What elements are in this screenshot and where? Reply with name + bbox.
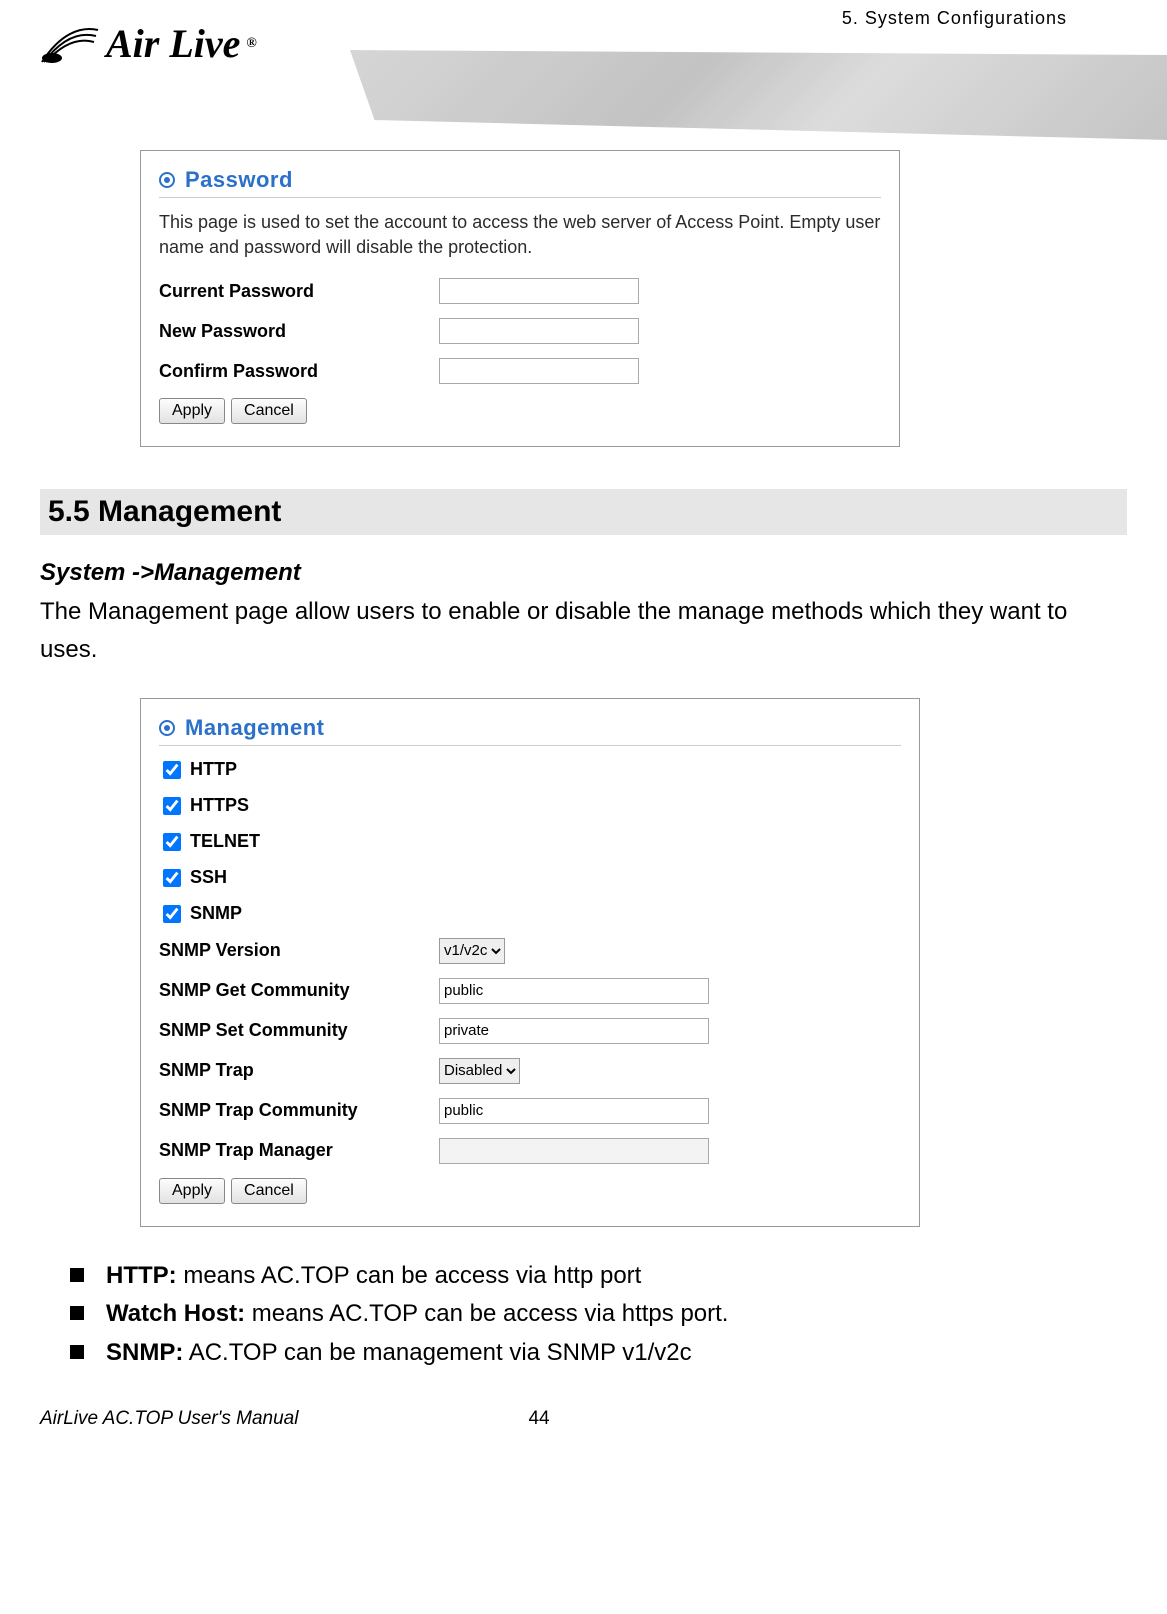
square-bullet-icon — [70, 1306, 84, 1320]
snmp-checkbox[interactable] — [163, 905, 181, 923]
logo-swoosh-icon — [40, 24, 100, 64]
snmp-check-label: SNMP — [190, 903, 242, 924]
password-panel-description: This page is used to set the account to … — [159, 210, 881, 260]
snmp-trap-label: SNMP Trap — [159, 1060, 439, 1081]
snmp-version-select[interactable]: v1/v2c — [439, 938, 505, 964]
snmp-get-row: SNMP Get Community — [159, 978, 901, 1004]
new-password-input[interactable] — [439, 318, 639, 344]
telnet-check-row: TELNET — [159, 830, 901, 854]
snmp-get-input[interactable] — [439, 978, 709, 1004]
management-panel-title-row: Management — [159, 715, 901, 746]
logo-trademark: ® — [246, 36, 256, 52]
snmp-trap-comm-row: SNMP Trap Community — [159, 1098, 901, 1124]
http-checkbox[interactable] — [163, 761, 181, 779]
confirm-password-row: Confirm Password — [159, 358, 881, 384]
apply-button[interactable]: Apply — [159, 398, 225, 424]
confirm-password-input[interactable] — [439, 358, 639, 384]
ssh-check-label: SSH — [190, 867, 227, 888]
square-bullet-icon — [70, 1345, 84, 1359]
chapter-label: 5. System Configurations — [842, 8, 1067, 29]
apply-button[interactable]: Apply — [159, 1178, 225, 1204]
cancel-button[interactable]: Cancel — [231, 1178, 307, 1204]
snmp-set-row: SNMP Set Community — [159, 1018, 901, 1044]
header-decor — [350, 50, 1167, 150]
password-panel-title-row: Password — [159, 167, 881, 198]
snmp-set-input[interactable] — [439, 1018, 709, 1044]
telnet-checkbox[interactable] — [163, 833, 181, 851]
nav-path: System ->Management — [40, 559, 1127, 587]
http-check-label: HTTP — [190, 759, 237, 780]
snmp-check-row: SNMP — [159, 902, 901, 926]
new-password-label: New Password — [159, 321, 439, 342]
snmp-trap-mgr-input[interactable] — [439, 1138, 709, 1164]
section-intro: The Management page allow users to enabl… — [40, 593, 1127, 667]
section-heading: 5.5 Management — [40, 489, 1127, 535]
current-password-input[interactable] — [439, 278, 639, 304]
radio-icon — [159, 172, 175, 188]
page-footer: AirLive AC.TOP User's Manual 44 — [40, 1408, 1127, 1430]
bullet-snmp-text: AC.TOP can be management via SNMP v1/v2c — [183, 1339, 691, 1366]
page-header: 5. System Configurations Air Live ® — [40, 0, 1127, 160]
password-panel-title: Password — [185, 167, 293, 193]
confirm-password-label: Confirm Password — [159, 361, 439, 382]
bullet-http-label: HTTP: — [106, 1262, 177, 1289]
management-button-row: Apply Cancel — [159, 1178, 901, 1204]
snmp-version-row: SNMP Version v1/v2c — [159, 938, 901, 964]
snmp-get-label: SNMP Get Community — [159, 980, 439, 1001]
bullet-snmp-label: SNMP: — [106, 1339, 183, 1366]
password-button-row: Apply Cancel — [159, 398, 881, 424]
bullet-watch-host-text: means AC.TOP can be access via https por… — [245, 1300, 728, 1327]
bullet-http-text: means AC.TOP can be access via http port — [177, 1262, 642, 1289]
https-check-row: HTTPS — [159, 794, 901, 818]
footer-left: AirLive AC.TOP User's Manual — [40, 1408, 298, 1430]
bullet-watch-host: Watch Host: means AC.TOP can be access v… — [70, 1295, 1127, 1333]
snmp-trap-select[interactable]: Disabled — [439, 1058, 520, 1084]
cancel-button[interactable]: Cancel — [231, 398, 307, 424]
snmp-version-label: SNMP Version — [159, 940, 439, 961]
snmp-trap-row: SNMP Trap Disabled — [159, 1058, 901, 1084]
snmp-set-label: SNMP Set Community — [159, 1020, 439, 1041]
management-screenshot-panel: Management HTTP HTTPS TELNET SSH SNMP SN… — [140, 698, 920, 1227]
bullet-list: HTTP: means AC.TOP can be access via htt… — [70, 1257, 1127, 1372]
ssh-checkbox[interactable] — [163, 869, 181, 887]
current-password-row: Current Password — [159, 278, 881, 304]
https-checkbox[interactable] — [163, 797, 181, 815]
password-screenshot-panel: Password This page is used to set the ac… — [140, 150, 900, 447]
bullet-http: HTTP: means AC.TOP can be access via htt… — [70, 1257, 1127, 1295]
airlive-logo: Air Live ® — [40, 20, 257, 67]
ssh-check-row: SSH — [159, 866, 901, 890]
logo-text: Air Live — [106, 20, 240, 67]
http-check-row: HTTP — [159, 758, 901, 782]
square-bullet-icon — [70, 1268, 84, 1282]
telnet-check-label: TELNET — [190, 831, 260, 852]
https-check-label: HTTPS — [190, 795, 249, 816]
management-panel-title: Management — [185, 715, 324, 741]
bullet-snmp: SNMP: AC.TOP can be management via SNMP … — [70, 1334, 1127, 1372]
snmp-trap-comm-input[interactable] — [439, 1098, 709, 1124]
footer-page-number: 44 — [528, 1408, 549, 1430]
current-password-label: Current Password — [159, 281, 439, 302]
new-password-row: New Password — [159, 318, 881, 344]
snmp-trap-comm-label: SNMP Trap Community — [159, 1100, 439, 1121]
bullet-watch-host-label: Watch Host: — [106, 1300, 245, 1327]
snmp-trap-mgr-row: SNMP Trap Manager — [159, 1138, 901, 1164]
radio-icon — [159, 720, 175, 736]
snmp-trap-mgr-label: SNMP Trap Manager — [159, 1140, 439, 1161]
